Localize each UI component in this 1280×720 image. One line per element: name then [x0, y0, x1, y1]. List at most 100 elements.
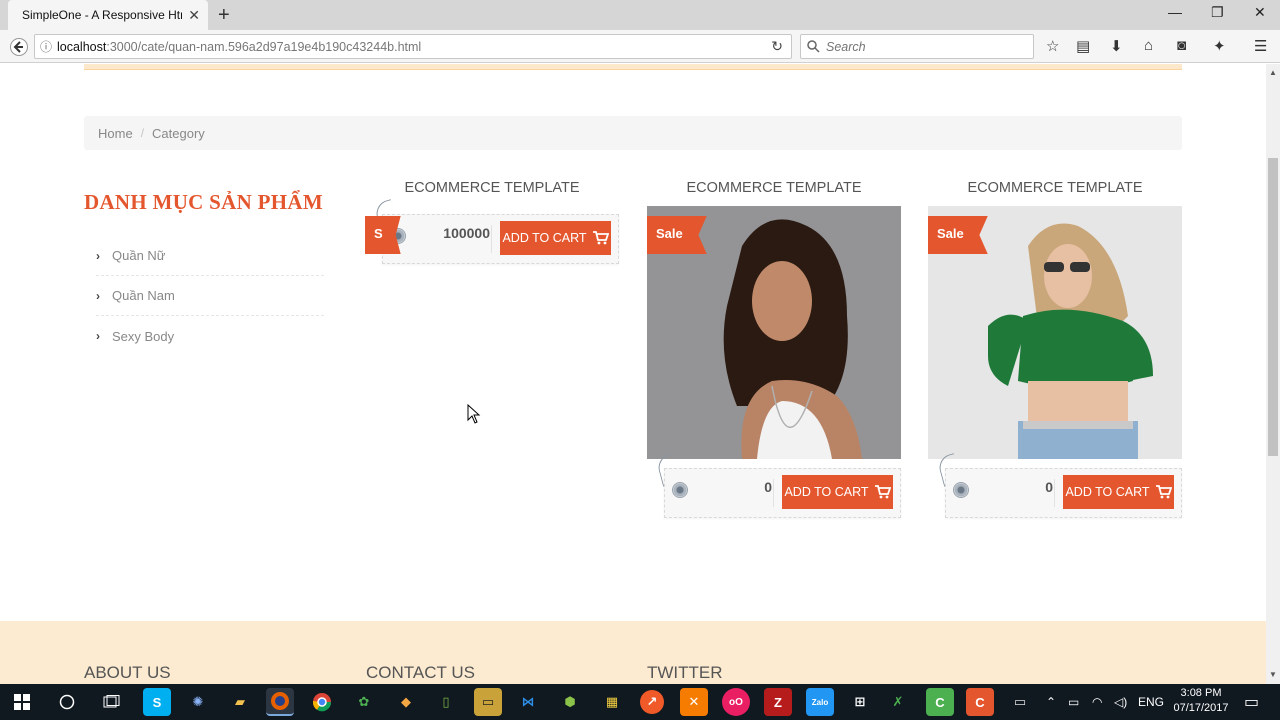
sale-badge: S	[365, 216, 401, 254]
network-tool-icon[interactable]: ✺	[184, 688, 212, 716]
windows-taskbar: S ✺ ▰ ✿ ◆ ▯ ▭ ⋈ ⬢ ▦ ↗ ✕ oO Z Zalo ⊞ ✗ C …	[0, 684, 1280, 720]
search-input[interactable]	[826, 39, 1016, 54]
home-icon[interactable]: ⌂	[1144, 37, 1153, 54]
cart-icon	[1155, 485, 1172, 499]
xampp-icon[interactable]: ✕	[680, 688, 708, 716]
breadcrumb-current: Category	[152, 125, 205, 141]
product-title[interactable]: ECOMMERCE TEMPLATE	[647, 176, 901, 200]
file-explorer-icon[interactable]: ▰	[226, 688, 254, 716]
reading-list-icon[interactable]: ▤	[1076, 37, 1090, 55]
language-indicator[interactable]: ENG	[1138, 684, 1164, 720]
category-label: Sexy Body	[112, 328, 175, 344]
vscode-icon[interactable]: ⋈	[514, 688, 542, 716]
minimize-icon[interactable]: —	[1168, 4, 1182, 20]
add-to-cart-button[interactable]: ADD TO CART	[500, 221, 611, 255]
tools-icon[interactable]: ▦	[598, 688, 626, 716]
sidebar-item-quan-nu[interactable]: › Quần Nữ	[96, 236, 324, 276]
filezilla-icon[interactable]: Z	[764, 688, 792, 716]
search-box[interactable]	[800, 34, 1034, 59]
git-icon[interactable]: ◆	[392, 688, 420, 716]
cart-icon	[592, 231, 609, 245]
taskbar-clock[interactable]: 3:08 PM 07/17/2017	[1170, 686, 1232, 716]
close-window-icon[interactable]: ✕	[1254, 4, 1266, 21]
tag-pin-icon	[953, 482, 969, 498]
menu-icon[interactable]: ☰	[1254, 37, 1267, 55]
address-bar[interactable]: ⓘ localhost:3000/cate/quan-nam.596a2d97a…	[34, 34, 792, 59]
chevron-right-icon: ›	[96, 248, 100, 263]
pocket-icon[interactable]: ◙	[1177, 37, 1186, 54]
add-to-cart-button[interactable]: ADD TO CART	[782, 475, 893, 509]
mail-app-icon[interactable]: oO	[722, 688, 750, 716]
breadcrumb-separator: /	[140, 126, 145, 140]
wifi-icon[interactable]: ◠	[1092, 684, 1102, 720]
product-price: 0	[1045, 479, 1053, 495]
price-tag: 0 ADD TO CART	[936, 453, 1182, 518]
sublime-icon[interactable]: ▭	[474, 688, 502, 716]
notepad-icon[interactable]: ▯	[432, 688, 460, 716]
camtasia-icon[interactable]: C	[926, 688, 954, 716]
gitkraken-icon[interactable]: ✿	[350, 688, 378, 716]
restore-icon[interactable]: ❐	[1211, 4, 1224, 21]
price-divider	[773, 479, 774, 507]
reload-icon[interactable]: ↻	[771, 38, 783, 55]
search-icon	[807, 40, 820, 53]
task-view-icon[interactable]	[98, 688, 126, 716]
add-to-cart-button[interactable]: ADD TO CART	[1063, 475, 1174, 509]
browser-toolbar: ⓘ localhost:3000/cate/quan-nam.596a2d97a…	[0, 30, 1280, 63]
tray-chevron-up-icon[interactable]: ⌃	[1046, 684, 1056, 720]
footer-contact-heading: CONTACT US	[366, 663, 475, 682]
product-card: ECOMMERCE TEMPLATE Sale 0 ADD TO CART	[647, 176, 901, 518]
chrome-icon[interactable]	[308, 688, 336, 716]
extension-icon[interactable]: ✦	[1213, 37, 1226, 55]
scrollbar-thumb[interactable]	[1268, 158, 1278, 456]
product-image[interactable]: Sale	[928, 206, 1182, 459]
recorder-icon[interactable]: C	[966, 688, 994, 716]
product-price: 0	[764, 479, 772, 495]
info-icon[interactable]: ⓘ	[35, 38, 57, 55]
notification-icon[interactable]: ▭	[1244, 684, 1259, 720]
bookmark-star-icon[interactable]: ☆	[1046, 37, 1059, 55]
price-divider	[491, 225, 492, 253]
firefox-icon[interactable]	[266, 688, 294, 716]
battery-icon[interactable]: ▭	[1068, 684, 1079, 720]
sidebar-item-sexy-body[interactable]: › Sexy Body	[96, 316, 324, 356]
site-footer: ABOUT US CONTACT US TWITTER	[0, 621, 1266, 684]
clock-time: 3:08 PM	[1180, 687, 1222, 699]
category-label: Quần Nữ	[112, 248, 166, 263]
postman-icon[interactable]: ↗	[640, 690, 664, 714]
android-icon[interactable]: ⬢	[556, 688, 584, 716]
browser-tab[interactable]: SimpleOne - A Responsive Html ✕	[8, 0, 208, 30]
back-arrow-icon[interactable]	[7, 35, 31, 59]
sidebar-title: DANH MỤC SẢN PHẨM	[84, 190, 323, 214]
sidebar-item-quan-nam[interactable]: › Quần Nam	[96, 276, 324, 316]
download-icon[interactable]: ⬇	[1110, 37, 1123, 55]
sale-badge: Sale	[647, 216, 707, 254]
category-label: Quần Nam	[112, 288, 175, 303]
tab-title: SimpleOne - A Responsive Html	[22, 8, 183, 22]
category-list: › Quần Nữ › Quần Nam › Sexy Body	[96, 236, 324, 356]
product-title[interactable]: ECOMMERCE TEMPLATE	[928, 176, 1182, 200]
price-tag: 100000 ADD TO CART	[373, 199, 619, 264]
new-tab-icon[interactable]: +	[218, 4, 230, 26]
excel-icon[interactable]: ✗	[884, 688, 912, 716]
app-grid-icon[interactable]: ⊞	[846, 688, 874, 716]
scroll-down-icon[interactable]: ▼	[1266, 668, 1280, 682]
breadcrumb-home-link[interactable]: Home	[98, 126, 133, 141]
product-image[interactable]: Sale	[647, 206, 901, 459]
product-title[interactable]: ECOMMERCE TEMPLATE	[365, 176, 619, 200]
windows-start-icon[interactable]	[8, 688, 36, 716]
product-card: ECOMMERCE TEMPLATE S 100000 ADD TO CART	[365, 176, 619, 264]
add-to-cart-label: ADD TO CART	[784, 485, 869, 499]
skype-icon[interactable]: S	[143, 688, 171, 716]
terminal-icon[interactable]: ▭	[1006, 688, 1034, 716]
tag-pin-icon	[672, 482, 688, 498]
sale-badge: Sale	[928, 216, 988, 254]
cortana-search-icon[interactable]	[53, 688, 81, 716]
footer-about-heading: ABOUT US	[84, 663, 171, 682]
zalo-icon[interactable]: Zalo	[806, 688, 834, 716]
tab-close-icon[interactable]: ✕	[188, 7, 200, 24]
cart-icon	[874, 485, 891, 499]
browser-tab-strip: SimpleOne - A Responsive Html ✕ + — ❐ ✕	[0, 0, 1280, 30]
volume-icon[interactable]: ◁)	[1114, 684, 1127, 720]
scroll-up-icon[interactable]: ▲	[1266, 66, 1280, 80]
